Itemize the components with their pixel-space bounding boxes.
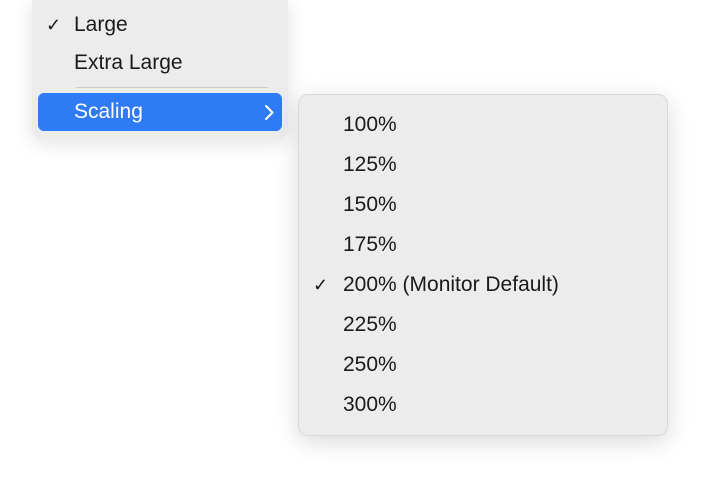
scaling-option-100[interactable]: 100% xyxy=(299,105,667,145)
submenu-item-label: 150% xyxy=(343,193,397,217)
scaling-option-150[interactable]: 150% xyxy=(299,185,667,225)
scaling-option-225[interactable]: 225% xyxy=(299,305,667,345)
submenu-item-label: 100% xyxy=(343,113,397,137)
submenu-item-label: 200% (Monitor Default) xyxy=(343,273,559,297)
submenu-item-label: 225% xyxy=(343,313,397,337)
size-menu: ✓ Large Extra Large Scaling xyxy=(32,0,288,139)
scaling-option-300[interactable]: 300% xyxy=(299,385,667,425)
scaling-option-175[interactable]: 175% xyxy=(299,225,667,265)
checkmark-icon: ✓ xyxy=(313,275,343,296)
scaling-option-250[interactable]: 250% xyxy=(299,345,667,385)
scaling-option-200[interactable]: ✓ 200% (Monitor Default) xyxy=(299,265,667,305)
submenu-item-label: 250% xyxy=(343,353,397,377)
menu-item-scaling[interactable]: Scaling xyxy=(38,93,282,131)
menu-divider xyxy=(76,87,268,88)
menu-item-extra-large[interactable]: Extra Large xyxy=(32,44,288,82)
scaling-option-125[interactable]: 125% xyxy=(299,145,667,185)
submenu-item-label: 175% xyxy=(343,233,397,257)
checkmark-icon: ✓ xyxy=(46,15,74,36)
menu-item-large[interactable]: ✓ Large xyxy=(32,6,288,44)
chevron-right-icon xyxy=(254,105,274,120)
scaling-submenu: 100% 125% 150% 175% ✓ 200% (Monitor Defa… xyxy=(298,94,668,436)
menu-item-label: Extra Large xyxy=(74,51,274,75)
submenu-item-label: 125% xyxy=(343,153,397,177)
submenu-item-label: 300% xyxy=(343,393,397,417)
menu-item-label: Large xyxy=(74,13,274,37)
menu-item-label: Scaling xyxy=(74,100,254,124)
